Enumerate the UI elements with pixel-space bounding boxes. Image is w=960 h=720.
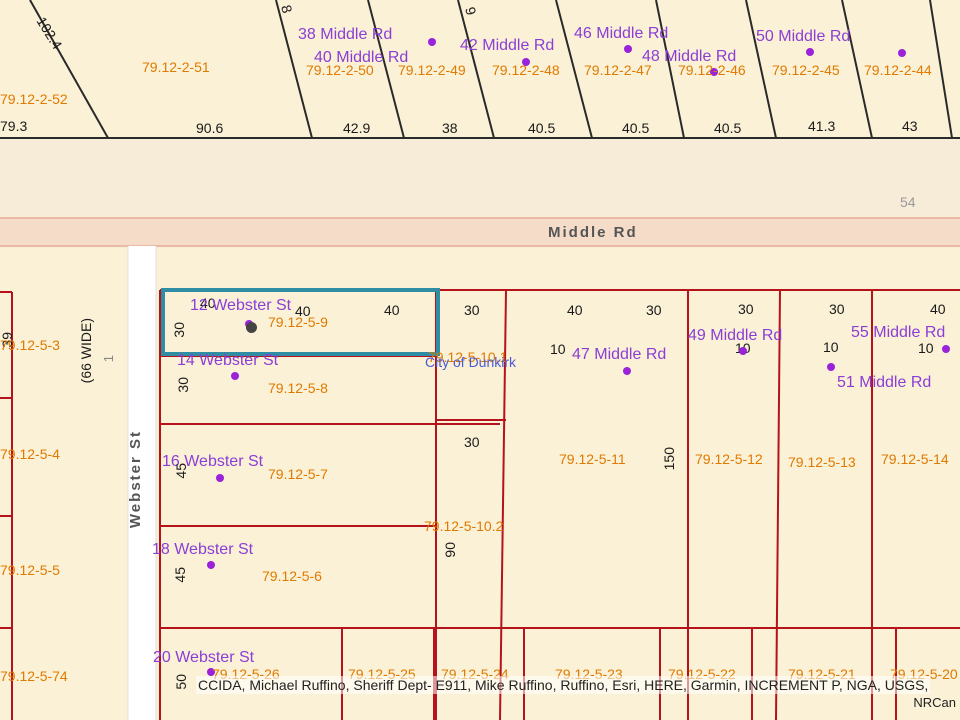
- webster-number-label: 1: [101, 355, 116, 363]
- dim-label: 42.9: [343, 120, 371, 136]
- parcel-id-label[interactable]: 79.12-2-44: [864, 63, 932, 77]
- address-point[interactable]: [827, 363, 835, 371]
- parcel-id-label[interactable]: 79.12-2-47: [584, 63, 652, 77]
- parcel-id-label[interactable]: 79.12-5-6: [262, 569, 322, 583]
- parcel-id-label[interactable]: 79.12-5-8: [268, 381, 328, 395]
- dim-label: 30: [646, 302, 662, 318]
- parcel-id-label[interactable]: 79.12-5-11: [559, 452, 626, 466]
- parcel-id-label[interactable]: 79.12-5-7: [268, 467, 328, 481]
- dim-label: 30: [829, 301, 845, 317]
- webster-width-label: (66 WIDE): [78, 318, 94, 384]
- address-point[interactable]: [942, 345, 950, 353]
- address-label[interactable]: 18 Webster St: [152, 542, 253, 558]
- dim-label: 90: [442, 542, 458, 558]
- address-label[interactable]: 50 Middle Rd: [756, 29, 850, 45]
- dim-label: 38: [442, 120, 458, 136]
- dim-label: 41.3: [808, 118, 836, 134]
- dim-label: 50: [173, 674, 189, 690]
- parcel-id-label[interactable]: 79.12-5-12: [695, 452, 763, 466]
- address-point[interactable]: [623, 367, 631, 375]
- selected-location-marker[interactable]: [246, 322, 257, 333]
- dim-label: 30: [738, 301, 754, 317]
- address-label[interactable]: 42 Middle Rd: [460, 38, 554, 54]
- parcel-map[interactable]: 102.4 8 9 38 Middle Rd 40 Middle Rd 42 M…: [0, 0, 960, 720]
- dim-label: 30: [464, 434, 480, 450]
- dim-label: 10: [823, 339, 839, 355]
- parcel-id-label[interactable]: 79.12-2-46: [678, 63, 746, 77]
- dim-label: 150: [661, 447, 677, 471]
- webster-st-label: Webster St: [127, 430, 144, 529]
- city-label: City of Dunkirk: [425, 354, 517, 370]
- dim-label: 30: [464, 302, 480, 318]
- dim-label: 30: [171, 322, 187, 338]
- middle-rd-label: Middle Rd: [548, 224, 638, 241]
- address-label[interactable]: 14 Webster St: [177, 353, 278, 369]
- parcel-id-label[interactable]: 79.12-5-3: [0, 338, 60, 352]
- dim-label: 40: [930, 301, 946, 317]
- address-label[interactable]: 38 Middle Rd: [298, 27, 392, 43]
- address-point[interactable]: [806, 48, 814, 56]
- dim-label: 40: [384, 302, 400, 318]
- address-point[interactable]: [898, 49, 906, 57]
- address-point[interactable]: [739, 347, 747, 355]
- road-number-label: 54: [900, 194, 916, 210]
- middle-rd-centerline: [0, 218, 960, 246]
- dim-label: 90.6: [196, 120, 224, 136]
- parcel-id-label[interactable]: 79.12-5-9: [268, 315, 328, 329]
- parcel-id-label[interactable]: 79.12-5-10.2: [424, 519, 503, 533]
- dim-label: 40.5: [714, 120, 742, 136]
- parcel-id-label[interactable]: 79.12-2-51: [142, 60, 210, 74]
- parcel-id-label[interactable]: 79.12-2-50: [306, 63, 374, 77]
- address-label[interactable]: 51 Middle Rd: [837, 375, 931, 391]
- address-label[interactable]: 46 Middle Rd: [574, 26, 668, 42]
- dim-label: 79.3: [0, 118, 28, 134]
- dim-label: 40.5: [622, 120, 650, 136]
- address-point[interactable]: [207, 561, 215, 569]
- address-label[interactable]: 47 Middle Rd: [572, 347, 666, 363]
- parcel-id-label[interactable]: 79.12-5-14: [881, 452, 949, 466]
- dim-label: 30: [175, 377, 191, 393]
- address-label[interactable]: 12 Webster St: [190, 298, 291, 314]
- address-label[interactable]: 55 Middle Rd: [851, 325, 945, 341]
- map-attribution: CCIDA, Michael Ruffino, Sheriff Dept- E9…: [196, 676, 931, 694]
- dim-label: 10: [550, 341, 566, 357]
- map-attribution-nrcan: NRCan: [913, 695, 956, 710]
- parcel-id-label[interactable]: 79.12-5-4: [0, 447, 60, 461]
- address-point[interactable]: [624, 45, 632, 53]
- dim-label: 40.5: [528, 120, 556, 136]
- address-point[interactable]: [231, 372, 239, 380]
- dim-label: 45: [173, 463, 189, 479]
- parcel-id-label[interactable]: 79.12-5-5: [0, 563, 60, 577]
- parcel-id-label[interactable]: 79.12-2-52: [0, 92, 68, 106]
- parcel-id-label[interactable]: 79.12-5-74: [0, 669, 68, 683]
- address-point[interactable]: [216, 474, 224, 482]
- parcel-id-label[interactable]: 79.12-2-45: [772, 63, 840, 77]
- dim-label: 10: [918, 340, 934, 356]
- address-point[interactable]: [428, 38, 436, 46]
- dim-label: 40: [567, 302, 583, 318]
- parcel-id-label[interactable]: 79.12-2-49: [398, 63, 466, 77]
- address-label[interactable]: 20 Webster St: [153, 650, 254, 666]
- dim-label: 45: [172, 567, 188, 583]
- parcel-id-label[interactable]: 79.12-2-48: [492, 63, 560, 77]
- dim-label: 43: [902, 118, 918, 134]
- parcel-id-label[interactable]: 79.12-5-13: [788, 455, 856, 469]
